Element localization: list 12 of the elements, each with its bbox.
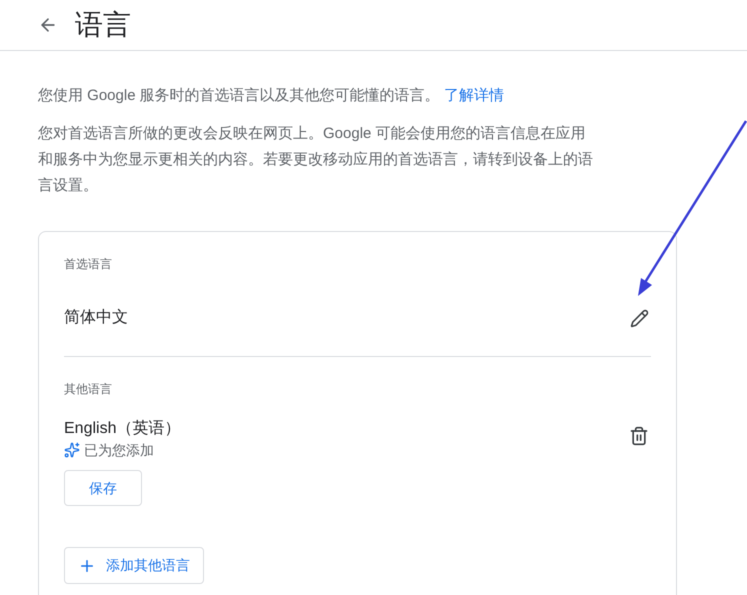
sparkle-icon bbox=[64, 442, 80, 458]
learn-more-link[interactable]: 了解详情 bbox=[444, 87, 504, 104]
language-name: English（英语） bbox=[64, 418, 180, 439]
section-heading: 首选语言 bbox=[64, 256, 113, 272]
add-language-button[interactable]: 添加其他语言 bbox=[64, 547, 204, 584]
notice-text: 您对首选语言所做的更改会反映在网页上。Google 可能会使用您的语言信息在应用和服务中为您显示更相关的内容。若要更改移动应用的首选语言，请转到设备上的语言设置。 bbox=[38, 124, 594, 196]
page-title: 语言 bbox=[75, 8, 131, 42]
save-button[interactable]: 保存 bbox=[64, 470, 142, 506]
section-heading: 其他语言 bbox=[64, 381, 113, 397]
language-name: 简体中文 bbox=[64, 308, 128, 328]
added-note: 已为您添加 bbox=[84, 441, 154, 460]
intro-text: 您使用 Google 服务时的首选语言以及其他您可能懂的语言。 bbox=[38, 87, 440, 104]
